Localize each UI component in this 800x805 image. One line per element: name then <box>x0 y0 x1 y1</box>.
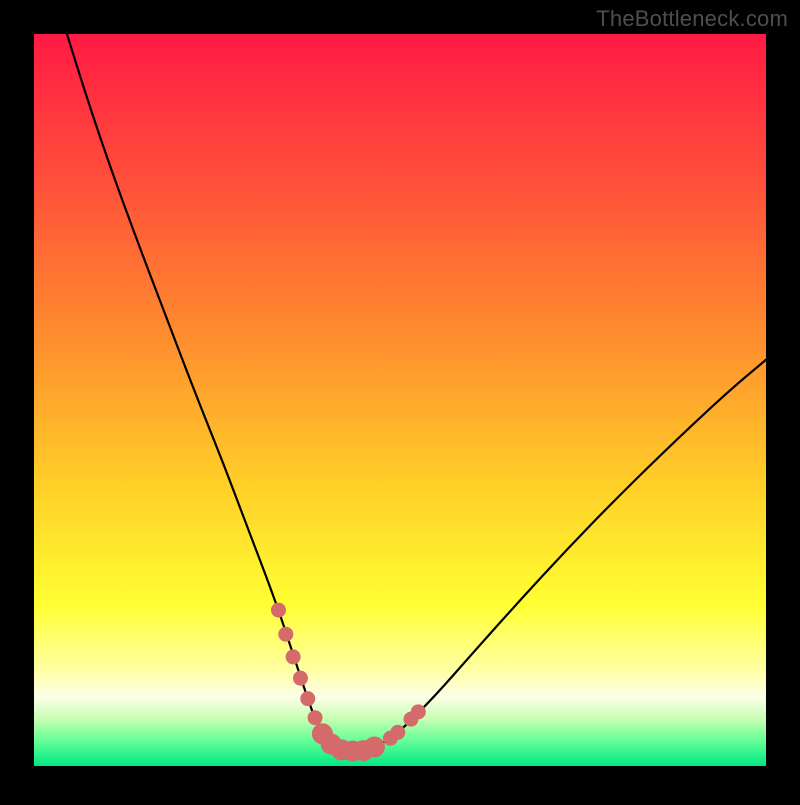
watermark-text: TheBottleneck.com <box>596 6 788 32</box>
highlight-marker <box>279 627 293 641</box>
highlight-marker <box>411 705 425 719</box>
highlight-marker <box>293 671 307 685</box>
plot-background <box>34 34 766 766</box>
highlight-marker <box>271 603 285 617</box>
highlight-marker <box>301 692 315 706</box>
highlight-marker <box>391 725 405 739</box>
chart-container: TheBottleneck.com <box>0 0 800 800</box>
highlight-marker <box>286 650 300 664</box>
highlight-marker <box>308 711 322 725</box>
highlight-marker <box>364 737 384 757</box>
bottleneck-chart <box>0 0 800 800</box>
